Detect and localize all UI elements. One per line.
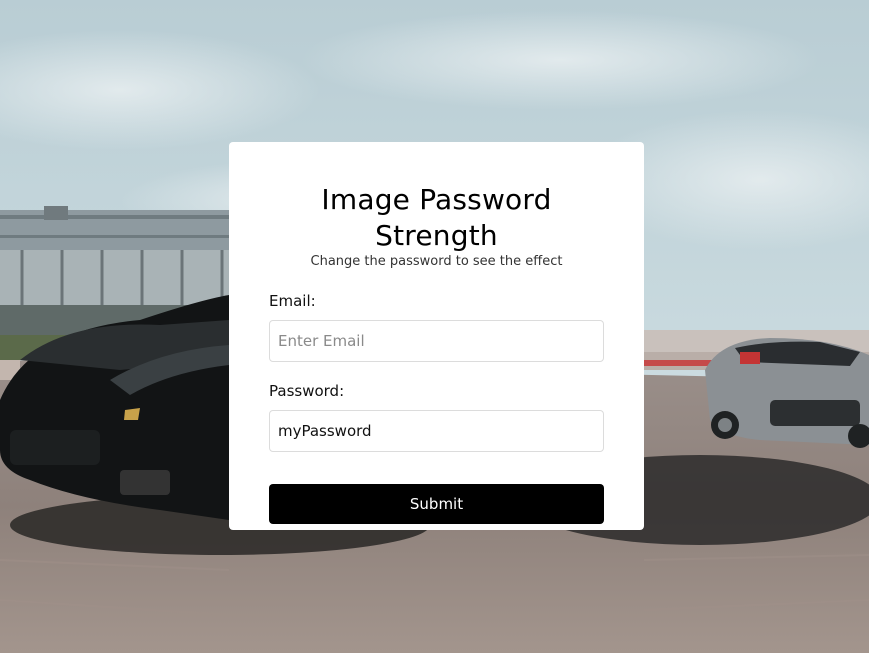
password-input[interactable] <box>269 410 604 452</box>
page-subtitle: Change the password to see the effect <box>310 254 563 269</box>
email-label: Email: <box>269 292 316 310</box>
password-label: Password: <box>269 382 345 400</box>
login-card: Image Password Strength Change the passw… <box>229 142 644 530</box>
submit-button[interactable]: Submit <box>269 484 604 524</box>
email-input[interactable] <box>269 320 604 362</box>
page-title: Image Password Strength <box>321 183 552 252</box>
